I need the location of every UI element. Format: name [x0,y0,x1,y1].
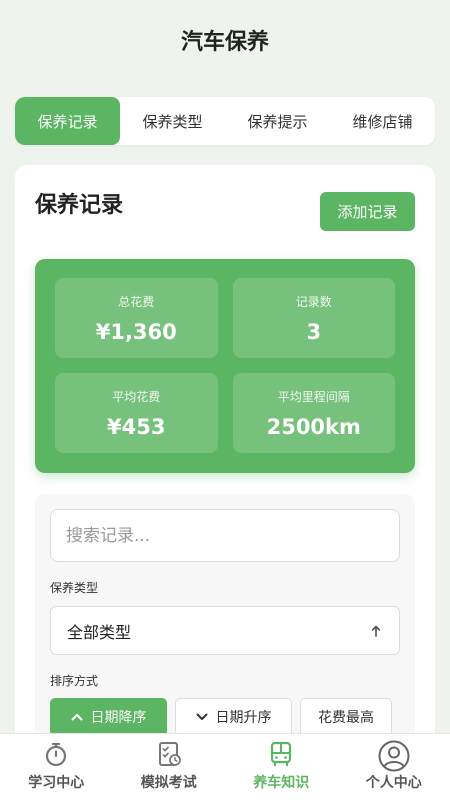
stat-average-mileage-interval: 平均里程间隔 2500km [232,373,395,453]
stat-total-cost: 总花费 ¥1,360 [55,278,218,358]
bottom-nav: 学习中心 模拟考试 养车知识 个人中心 [0,733,450,800]
search-input[interactable] [66,525,384,546]
nav-mock-exam[interactable]: 模拟考试 [113,734,226,800]
sort-option-label: 日期降序 [90,710,147,726]
tab-maintenance-types[interactable]: 保养类型 [120,97,225,145]
stat-value: ¥453 [107,414,166,439]
nav-personal-center[interactable]: 个人中心 [338,734,450,800]
sort-date-desc-button[interactable]: 日期降序 [50,698,167,736]
stat-label: 总花费 [118,294,155,309]
chevron-up-icon [71,713,83,721]
stats-panel: 总花费 ¥1,360 记录数 3 平均花费 ¥453 平均里程间隔 2500km [35,259,415,473]
user-icon [376,740,412,772]
sort-option-label: 花费最高 [318,710,374,726]
stat-record-count: 记录数 3 [232,278,395,358]
sort-label: 排序方式 [50,674,99,688]
stat-value: 2500km [266,414,361,439]
nav-study-center[interactable]: 学习中心 [0,734,113,800]
records-card: 保养记录 添加记录 总花费 ¥1,360 记录数 3 平均花费 ¥453 平均里… [15,165,435,784]
tab-repair-shops[interactable]: 维修店铺 [330,97,435,145]
nav-label: 模拟考试 [140,775,197,791]
stat-label: 记录数 [295,294,332,309]
stat-value: 3 [306,319,322,344]
add-record-button[interactable]: 添加记录 [320,192,415,231]
search-box [50,509,400,562]
nav-label: 学习中心 [28,775,85,791]
sort-option-label: 日期升序 [215,710,272,726]
sort-arrow-icon [371,625,381,637]
tab-maintenance-records[interactable]: 保养记录 [15,97,120,145]
section-title: 保养记录 [35,193,124,218]
type-select-value: 全部类型 [67,622,132,642]
stat-value: ¥1,360 [95,319,177,344]
nav-car-care-knowledge[interactable]: 养车知识 [225,734,338,800]
stat-average-cost: 平均花费 ¥453 [55,373,218,453]
sort-date-asc-button[interactable]: 日期升序 [175,698,292,736]
page-title: 汽车保养 [180,30,269,55]
sort-options: 日期降序 日期升序 花费最高 [50,698,392,736]
nav-label: 个人中心 [365,775,422,791]
sort-cost-highest-button[interactable]: 花费最高 [300,698,392,736]
type-select[interactable]: 全部类型 [50,606,400,655]
car-icon [267,740,295,768]
stat-label: 平均花费 [112,389,161,404]
type-filter-label: 保养类型 [50,581,99,595]
tab-maintenance-tips[interactable]: 保养提示 [225,97,330,145]
chevron-down-icon [196,713,208,721]
stopwatch-icon [42,740,70,768]
exam-clipboard-icon [155,740,183,768]
stat-label: 平均里程间隔 [277,389,350,404]
nav-label: 养车知识 [253,775,310,791]
tab-bar: 保养记录 保养类型 保养提示 维修店铺 [15,97,435,145]
app-header: 汽车保养 [0,0,450,80]
